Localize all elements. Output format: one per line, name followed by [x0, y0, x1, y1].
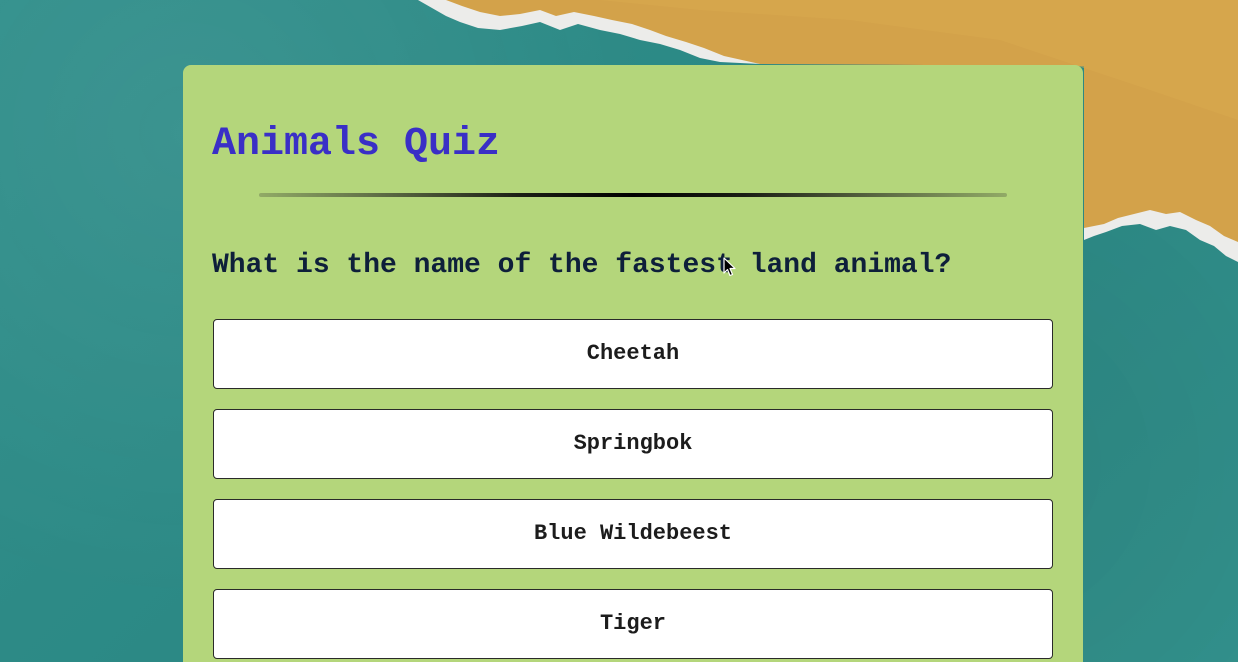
title-divider: [259, 193, 1007, 197]
answer-button-blue-wildebeest[interactable]: Blue Wildebeest: [213, 499, 1053, 569]
answer-button-springbok[interactable]: Springbok: [213, 409, 1053, 479]
quiz-card: Animals Quiz What is the name of the fas…: [183, 65, 1083, 662]
answer-button-cheetah[interactable]: Cheetah: [213, 319, 1053, 389]
mouse-pointer-icon: [723, 257, 736, 277]
answer-button-tiger[interactable]: Tiger: [213, 589, 1053, 659]
question-text: What is the name of the fastest land ani…: [212, 250, 952, 281]
quiz-title: Animals Quiz: [212, 122, 501, 167]
answer-list: Cheetah Springbok Blue Wildebeest Tiger: [213, 319, 1053, 662]
